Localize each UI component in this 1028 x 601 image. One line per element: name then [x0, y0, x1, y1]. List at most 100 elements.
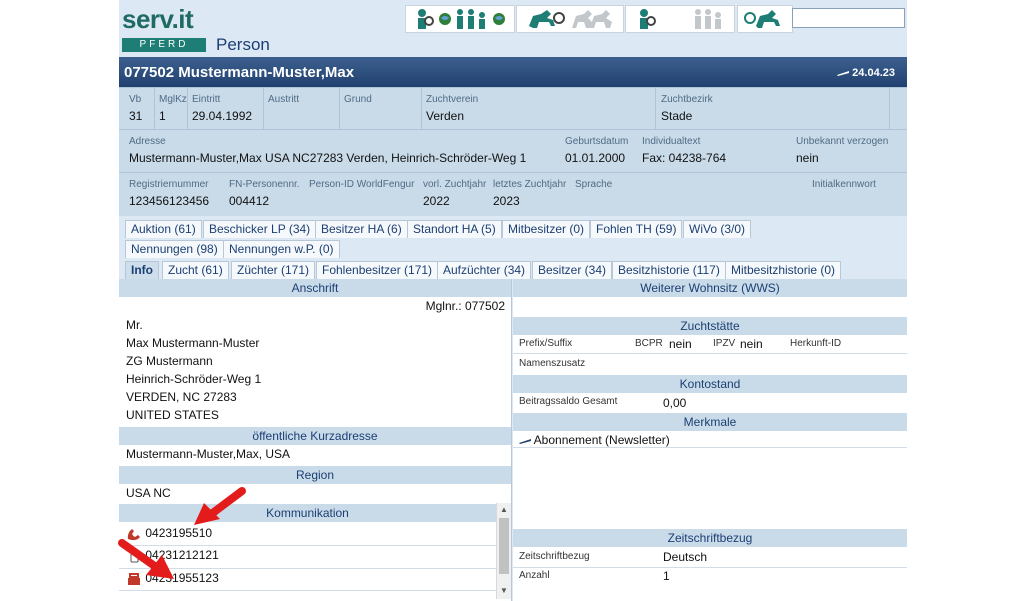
- tab-zucht[interactable]: Zucht (61): [162, 261, 229, 279]
- field-mglkz: MglKz 1: [159, 94, 187, 123]
- namenszusatz-label: Namenszusatz: [519, 358, 586, 369]
- section-wws-header: Weiterer Wohnsitz (WWS): [513, 279, 907, 297]
- bcpr-label: BCPR: [635, 338, 663, 349]
- field-austritt: Austritt: [268, 94, 300, 105]
- tab-info[interactable]: Info: [125, 261, 159, 279]
- field-individualtext: Individualtext Fax: 04238-764: [642, 136, 727, 165]
- ipzv-label: IPZV: [713, 338, 736, 349]
- anzahl-value: 1: [663, 569, 670, 583]
- tab-besitzhistorie[interactable]: Besitzhistorie (117): [612, 261, 726, 279]
- tab-wivo[interactable]: WiVo (3/0): [683, 220, 752, 238]
- page-title: Person: [216, 35, 270, 54]
- globe-icon-2[interactable]: [492, 12, 506, 26]
- tab-besitzer[interactable]: Besitzer (34): [532, 261, 613, 279]
- logo: serv.it: [122, 4, 194, 35]
- right-panel: Weiterer Wohnsitz (WWS) Zuchtstätte Pref…: [513, 279, 907, 601]
- tab-besitzer-ha[interactable]: Besitzer HA (6): [315, 220, 408, 238]
- section-region-header: Region: [119, 466, 511, 484]
- field-vb: Vb 31: [129, 94, 143, 123]
- quick-search-input[interactable]: [792, 8, 905, 28]
- list-item[interactable]: 04231955123: [126, 571, 219, 586]
- tab-aufzuechter[interactable]: Aufzüchter (34): [437, 261, 532, 279]
- address-line: Max Mustermann-Muster: [126, 336, 260, 350]
- tab-nennungen[interactable]: Nennungen (98): [125, 240, 224, 258]
- fax-icon: [128, 572, 140, 585]
- pen-icon: [837, 71, 850, 76]
- address-line: ZG Mustermann: [126, 354, 213, 368]
- app-window: serv.it PFERD Person 077502 Mustermann-M…: [119, 0, 907, 601]
- field-registriernummer: Registriernummer 123456123456: [129, 179, 210, 208]
- field-sprache: Sprache: [575, 179, 613, 190]
- anzahl-label: Anzahl: [519, 570, 550, 581]
- phone-icon: [127, 528, 140, 540]
- tab-mitbesitzhistorie[interactable]: Mitbesitzhistorie (0): [725, 261, 842, 279]
- scroll-up-icon[interactable]: ▲: [497, 504, 511, 516]
- list-item[interactable]: Abonnement (Newsletter): [519, 433, 670, 447]
- field-letztes-zuchtjahr: letztes Zuchtjahr 2023: [493, 179, 567, 208]
- person-search-icon-2[interactable]: [637, 8, 657, 30]
- section-kommunikation-header: Kommunikation: [119, 504, 496, 522]
- mobile-number: 04231212121: [145, 548, 219, 562]
- section-zeitschrift-header: Zeitschriftbezug: [513, 529, 907, 547]
- family-disabled-icon: [695, 9, 721, 29]
- field-eintritt: Eintritt 29.04.1992: [192, 94, 253, 123]
- tab-auktion[interactable]: Auktion (61): [125, 220, 202, 238]
- scroll-down-icon[interactable]: ▼: [497, 585, 511, 597]
- record-title: 077502 Mustermann-Muster,Max: [124, 64, 355, 81]
- toolbar-group-horse-search[interactable]: [737, 5, 793, 33]
- section-kurzadresse-header: öffentliche Kurzadresse: [119, 427, 511, 445]
- prefix-suffix-label: Prefix/Suffix: [519, 338, 573, 349]
- kurzadresse-value: Mustermann-Muster,Max, USA: [126, 447, 291, 461]
- tab-zuechter[interactable]: Züchter (171): [231, 261, 316, 279]
- address-line: UNITED STATES: [126, 408, 219, 422]
- region-value: USA NC: [126, 486, 171, 500]
- list-item[interactable]: 0423195510: [126, 526, 212, 541]
- kommunikation-scrollbar[interactable]: ▲ ▼: [496, 503, 511, 599]
- section-merkmale-header: Merkmale: [513, 413, 907, 431]
- field-adresse: Adresse Mustermann-Muster,Max USA NC27283…: [129, 136, 527, 165]
- field-vorl-zuchtjahr: vorl. Zuchtjahr 2022: [423, 179, 487, 208]
- field-initialkennwort: Initialkennwort: [812, 179, 876, 190]
- tab-fohlen-th[interactable]: Fohlen TH (59): [590, 220, 683, 238]
- toolbar-group-persons-2[interactable]: [625, 5, 735, 33]
- field-zuchtbezirk: Zuchtbezirk Stade: [661, 94, 713, 123]
- mobile-icon: [130, 550, 139, 563]
- field-geburtsdatum: Geburtsdatum 01.01.2000: [565, 136, 629, 165]
- phone-number: 0423195510: [145, 526, 213, 540]
- scroll-thumb[interactable]: [499, 518, 509, 574]
- logo-text: serv.it: [122, 4, 194, 34]
- toolbar-group-persons[interactable]: [405, 5, 515, 33]
- ipzv-value: nein: [740, 337, 763, 351]
- section-zuchtstaette-header: Zuchtstätte: [513, 317, 907, 335]
- family-icon[interactable]: [455, 8, 489, 30]
- tab-beschicker-lp[interactable]: Beschicker LP (34): [203, 220, 317, 238]
- horse-search-icon-2[interactable]: [742, 8, 788, 30]
- horse-search-icon[interactable]: [525, 8, 567, 30]
- tab-fohlenbesitzer[interactable]: Fohlenbesitzer (171): [316, 261, 439, 279]
- tab-standort-ha[interactable]: Standort HA (5): [407, 220, 502, 238]
- horses-icon[interactable]: [570, 8, 616, 30]
- record-date-value: 24.04.23: [852, 67, 895, 79]
- address-line: Mr.: [126, 318, 143, 332]
- toolbar-group-horses[interactable]: [516, 5, 624, 33]
- address-line: VERDEN, NC 27283: [126, 390, 237, 404]
- zeitschriftbezug-value: Deutsch: [663, 550, 708, 564]
- header: serv.it PFERD Person: [119, 0, 907, 57]
- bcpr-value: nein: [669, 337, 692, 351]
- left-panel: Anschrift Mglnr.: 077502 Mr. Max Musterm…: [119, 279, 512, 601]
- field-grund: Grund: [344, 94, 372, 105]
- address-line: Heinrich-Schröder-Weg 1: [126, 372, 262, 386]
- info-grid-row-2: Adresse Mustermann-Muster,Max USA NC27283…: [119, 129, 907, 173]
- globe-icon[interactable]: [438, 12, 452, 26]
- tab-nennungen-wp[interactable]: Nennungen w.P. (0): [223, 240, 340, 258]
- tabs-area: Auktion (61) Beschicker LP (34) Besitzer…: [119, 216, 907, 280]
- beitragssaldo-label: Beitragssaldo Gesamt: [519, 396, 618, 407]
- list-item[interactable]: 04231212121: [126, 548, 219, 563]
- field-fn-personennr: FN-Personennr. 004412: [229, 179, 300, 208]
- person-search-icon[interactable]: [415, 8, 435, 30]
- tab-mitbesitzer[interactable]: Mitbesitzer (0): [502, 220, 591, 238]
- record-title-bar: 077502 Mustermann-Muster,Max 24.04.23: [119, 57, 907, 87]
- field-person-id-worldfengur: Person-ID WorldFengur: [309, 179, 415, 190]
- info-grid-row-3: Registriernummer 123456123456 FN-Personen…: [119, 172, 907, 217]
- logo-badge: PFERD: [122, 38, 206, 52]
